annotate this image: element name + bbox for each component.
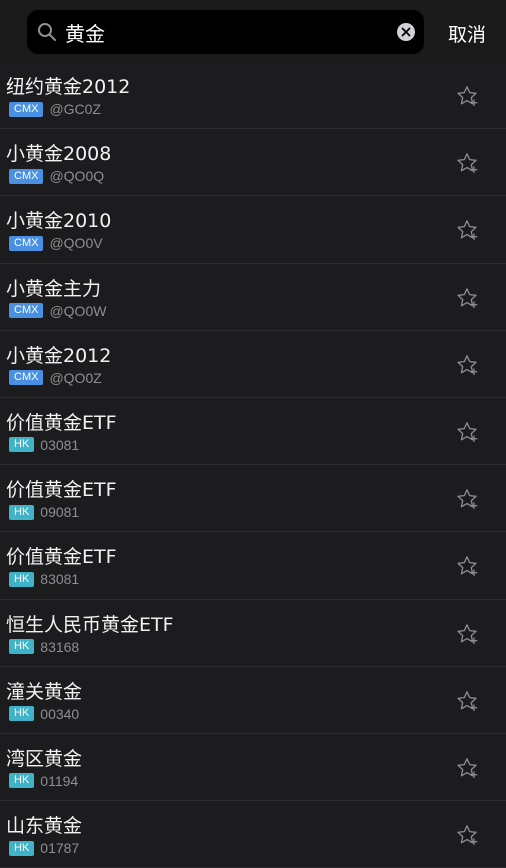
- result-row[interactable]: 湾区黄金 HK 01194: [0, 734, 506, 802]
- symbol-code: 00340: [40, 705, 80, 722]
- search-input[interactable]: [65, 10, 385, 54]
- result-meta: HK 83081: [9, 570, 79, 588]
- add-favorite-star-icon[interactable]: [455, 420, 479, 444]
- search-bar: 取消: [0, 0, 506, 62]
- result-meta: CMX @QO0Z: [9, 369, 102, 387]
- exchange-badge: CMX: [9, 235, 44, 251]
- result-row[interactable]: 价值黄金ETF HK 09081: [0, 465, 506, 533]
- add-favorite-star-icon[interactable]: [455, 756, 479, 780]
- add-favorite-star-icon[interactable]: [455, 554, 479, 578]
- result-name: 纽约黄金2012: [6, 76, 131, 98]
- search-results-list: 纽约黄金2012 CMX @GC0Z 小黄金2008 CMX @QO0Q 小黄金2010 CM…: [0, 62, 506, 868]
- exchange-badge: HK: [9, 773, 35, 789]
- result-row[interactable]: 纽约黄金2012 CMX @GC0Z: [0, 62, 506, 130]
- symbol-code: 01787: [40, 840, 80, 857]
- symbol-code: 83168: [40, 638, 80, 655]
- result-row[interactable]: 价值黄金ETF HK 83081: [0, 532, 506, 600]
- result-name: 湾区黄金: [6, 747, 83, 770]
- result-meta: HK 00340: [9, 705, 79, 723]
- result-row[interactable]: 小黄金2012 CMX @QO0Z: [0, 331, 506, 398]
- result-name: 小黄金2008: [6, 143, 112, 166]
- add-favorite-star-icon[interactable]: [455, 218, 479, 242]
- exchange-badge: CMX: [9, 303, 44, 319]
- symbol-code: @QO0Q: [49, 168, 105, 185]
- result-row[interactable]: 小黄金2010 CMX @QO0V: [0, 196, 506, 264]
- result-name: 小黄金2012: [6, 344, 112, 367]
- symbol-code: 09081: [40, 504, 80, 521]
- result-meta: HK 03081: [9, 436, 79, 454]
- add-favorite-star-icon[interactable]: [455, 353, 479, 377]
- result-meta: CMX @GC0Z: [9, 100, 101, 118]
- result-name: 山东黄金: [6, 815, 83, 838]
- exchange-badge: HK: [9, 571, 35, 587]
- result-name: 小黄金主力: [6, 277, 102, 300]
- exchange-badge: CMX: [9, 101, 44, 117]
- exchange-badge: HK: [9, 706, 35, 722]
- result-row[interactable]: 山东黄金 HK 01787: [0, 801, 506, 868]
- exchange-badge: CMX: [9, 168, 44, 184]
- search-icon: [38, 23, 56, 41]
- result-name: 价值黄金ETF: [6, 546, 117, 569]
- result-row[interactable]: 潼关黄金 HK 00340: [0, 667, 506, 734]
- symbol-code: 01194: [40, 772, 79, 789]
- result-row[interactable]: 小黄金主力 CMX @QO0W: [0, 264, 506, 331]
- clear-icon[interactable]: [397, 23, 415, 41]
- exchange-badge: HK: [9, 840, 35, 856]
- exchange-badge: CMX: [9, 370, 44, 386]
- symbol-code: @QO0W: [49, 302, 107, 319]
- add-favorite-star-icon[interactable]: [455, 823, 479, 847]
- exchange-badge: HK: [9, 639, 35, 654]
- exchange-badge: HK: [9, 504, 35, 520]
- add-favorite-star-icon[interactable]: [455, 286, 479, 310]
- result-name: 潼关黄金: [6, 680, 83, 703]
- add-favorite-star-icon[interactable]: [455, 84, 479, 108]
- symbol-code: 03081: [40, 436, 80, 453]
- add-favorite-star-icon[interactable]: [455, 151, 479, 175]
- result-name: 恒生人民币黄金ETF: [6, 613, 174, 636]
- result-row[interactable]: 恒生人民币黄金ETF HK 83168: [0, 600, 506, 667]
- result-meta: CMX @QO0V: [9, 234, 103, 252]
- result-meta: HK 01194: [9, 772, 78, 790]
- add-favorite-star-icon[interactable]: [455, 622, 479, 646]
- result-meta: HK 01787: [9, 839, 79, 857]
- result-meta: CMX @QO0Q: [9, 167, 104, 185]
- symbol-code: @GC0Z: [49, 101, 102, 117]
- result-name: 价值黄金ETF: [6, 411, 117, 434]
- result-row[interactable]: 价值黄金ETF HK 03081: [0, 398, 506, 466]
- result-name: 小黄金2010: [6, 210, 112, 233]
- symbol-code: @QO0Z: [49, 369, 102, 386]
- result-name: 价值黄金ETF: [6, 479, 117, 502]
- result-row[interactable]: 小黄金2008 CMX @QO0Q: [0, 129, 506, 197]
- result-meta: HK 83168: [9, 638, 79, 656]
- symbol-code: @QO0V: [49, 235, 103, 252]
- result-meta: HK 09081: [9, 503, 79, 521]
- add-favorite-star-icon[interactable]: [455, 487, 479, 511]
- add-favorite-star-icon[interactable]: [455, 689, 479, 713]
- cancel-button[interactable]: 取消: [448, 20, 486, 47]
- symbol-code: 83081: [40, 571, 80, 588]
- exchange-badge: HK: [9, 437, 35, 453]
- search-box[interactable]: [27, 10, 424, 54]
- result-meta: CMX @QO0W: [9, 302, 106, 320]
